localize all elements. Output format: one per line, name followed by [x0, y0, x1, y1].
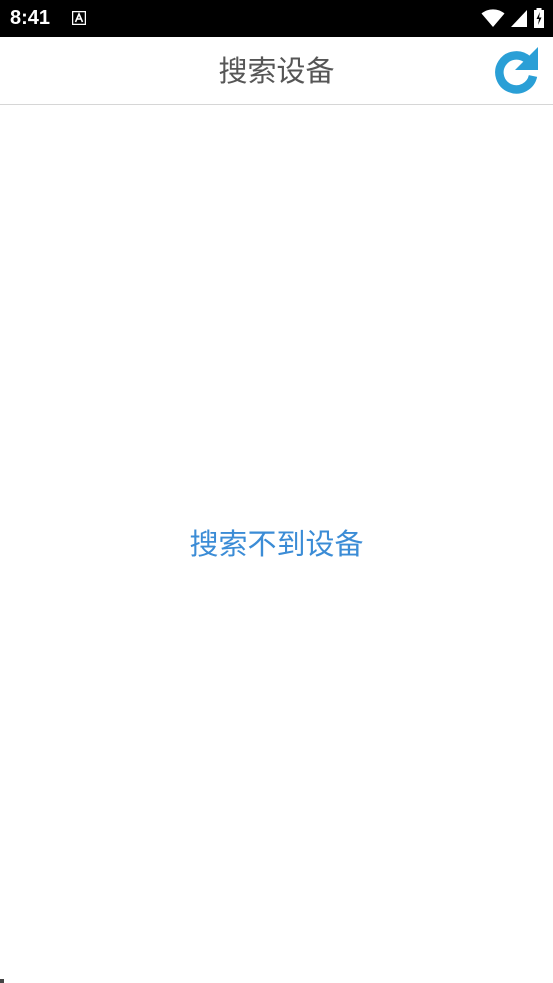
app-bar: 搜索设备 — [0, 37, 553, 105]
device-search-screen: 8:41 搜索设备 搜索不到设备 — [0, 0, 553, 983]
app-notification-icon — [72, 11, 86, 25]
corner-mark — [0, 979, 4, 983]
wifi-icon — [481, 9, 505, 27]
status-bar: 8:41 — [0, 0, 553, 37]
status-icons — [481, 8, 545, 28]
page-title: 搜索设备 — [218, 54, 335, 88]
empty-state-message: 搜索不到设备 — [189, 527, 364, 561]
cellular-signal-icon — [511, 10, 527, 27]
refresh-icon — [495, 47, 538, 94]
refresh-button[interactable] — [491, 45, 541, 97]
device-list-area: 搜索不到设备 — [0, 105, 553, 983]
battery-charging-icon — [534, 8, 544, 28]
status-time: 8:41 — [10, 7, 51, 29]
